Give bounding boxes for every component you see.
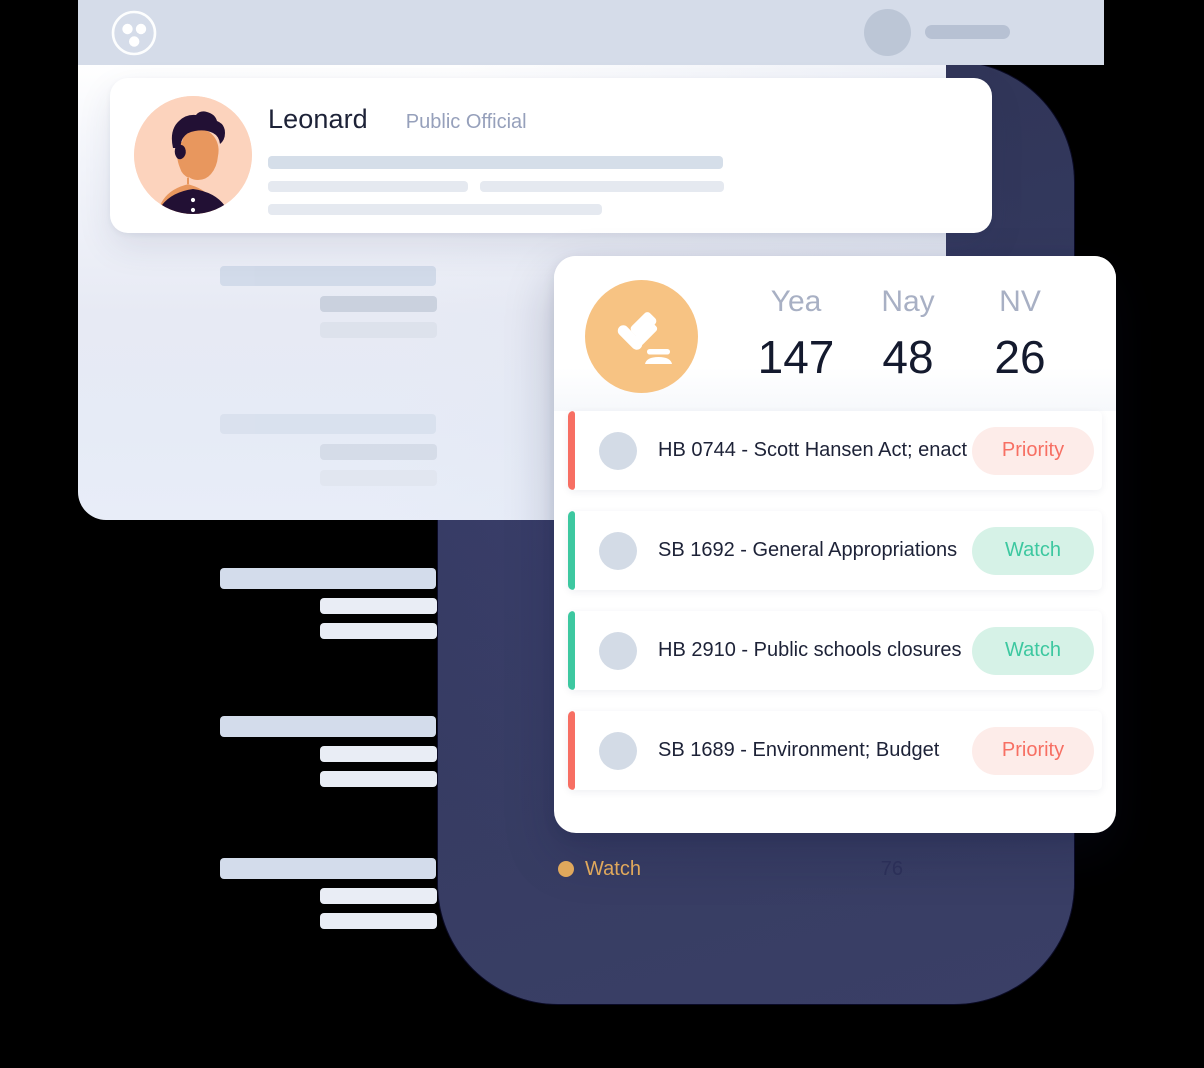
status-accent-bar — [568, 711, 575, 790]
tally-yea: Yea 147 — [740, 285, 852, 383]
vote-summary-card[interactable]: Yea 147 Nay 48 NV 26 HB 0744 - Scott Han… — [554, 256, 1116, 833]
group-circles-logo-icon[interactable] — [111, 10, 157, 56]
bill-title: HB 0744 - Scott Hansen Act; enact — [658, 439, 968, 461]
status-accent-bar — [568, 511, 575, 590]
tally-value: 26 — [994, 331, 1046, 383]
skeleton-bar — [320, 598, 437, 614]
skeleton-group — [220, 568, 520, 639]
skeleton-bar — [320, 746, 437, 762]
user-name-placeholder-bar — [925, 25, 1010, 39]
bill-title: HB 2910 - Public schools closures — [658, 639, 962, 661]
bill-list: HB 0744 - Scott Hansen Act; enact Priori… — [554, 411, 1116, 790]
bill-title: SB 1692 - General Appropriations — [658, 539, 958, 561]
skeleton-bar — [220, 568, 436, 589]
gavel-icon — [585, 280, 698, 393]
skeleton-group — [220, 716, 520, 787]
skeleton-bar — [320, 913, 437, 929]
app-header-bar — [78, 0, 1104, 65]
status-accent-bar — [568, 411, 575, 490]
skeleton-bar — [320, 296, 437, 312]
skeleton-bar — [268, 204, 602, 215]
skeleton-group — [220, 858, 520, 929]
status-accent-bar — [568, 611, 575, 690]
skeleton-bar — [320, 444, 437, 460]
skeleton-bar — [320, 470, 437, 486]
skeleton-bar — [220, 716, 436, 737]
status-badge[interactable]: Watch — [972, 626, 1094, 675]
profile-role: Public Official — [405, 111, 527, 133]
list-item[interactable]: HB 2910 - Public schools closures Watch — [568, 611, 1102, 690]
tally-label: Nay — [881, 285, 935, 318]
bill-avatar — [599, 431, 637, 470]
status-badge[interactable]: Priority — [972, 426, 1094, 475]
bill-avatar — [599, 531, 637, 570]
profile-card[interactable]: Leonard Public Official — [110, 78, 992, 233]
skeleton-bar — [268, 181, 468, 192]
tally-value: 48 — [882, 331, 934, 383]
status-badge[interactable]: Watch — [972, 526, 1094, 575]
skeleton-bar — [320, 771, 437, 787]
profile-name: Leonard — [268, 104, 368, 134]
tally-label: Yea — [770, 285, 822, 318]
skeleton-bar — [220, 858, 436, 879]
skeleton-bar — [220, 414, 436, 434]
skeleton-bar — [220, 266, 436, 286]
vote-tally-header: Yea 147 Nay 48 NV 26 — [554, 256, 1116, 411]
bill-avatar — [599, 731, 637, 770]
illustration-stage: Leonard Public Official Yea 147 Nay 48 N… — [0, 0, 1204, 1068]
profile-name-line: Leonard Public Official — [268, 104, 968, 135]
skeleton-bar — [320, 888, 437, 904]
profile-details: Leonard Public Official — [268, 104, 968, 215]
list-item[interactable]: SB 1689 - Environment; Budget Priority — [568, 711, 1102, 790]
tally-nay: Nay 48 — [852, 285, 964, 383]
skeleton-bar — [320, 623, 437, 639]
skeleton-bar — [480, 181, 724, 192]
skeleton-group — [220, 266, 516, 338]
list-item[interactable]: SB 1692 - General Appropriations Watch — [568, 511, 1102, 590]
legend-label: Watch — [585, 857, 641, 880]
male-illustration-avatar — [134, 96, 252, 214]
profile-skeleton-lines — [268, 156, 968, 215]
skeleton-bar — [268, 156, 723, 169]
tally-nv: NV 26 — [964, 285, 1076, 383]
watch-legend-row[interactable]: Watch 76 — [558, 856, 903, 882]
skeleton-row — [268, 181, 968, 192]
user-avatar-placeholder-icon[interactable] — [864, 9, 911, 56]
watch-status-dot-icon — [558, 861, 574, 877]
skeleton-bar — [320, 322, 437, 338]
bill-title: SB 1689 - Environment; Budget — [658, 739, 940, 761]
tally-label: NV — [999, 285, 1041, 318]
skeleton-group — [220, 414, 516, 486]
tally-value: 147 — [757, 331, 835, 383]
skeleton-row — [268, 204, 968, 215]
status-badge[interactable]: Priority — [972, 726, 1094, 775]
legend-count: 76 — [880, 857, 903, 880]
bill-avatar — [599, 631, 637, 670]
vote-tallies: Yea 147 Nay 48 NV 26 — [740, 285, 1076, 383]
list-item[interactable]: HB 0744 - Scott Hansen Act; enact Priori… — [568, 411, 1102, 490]
